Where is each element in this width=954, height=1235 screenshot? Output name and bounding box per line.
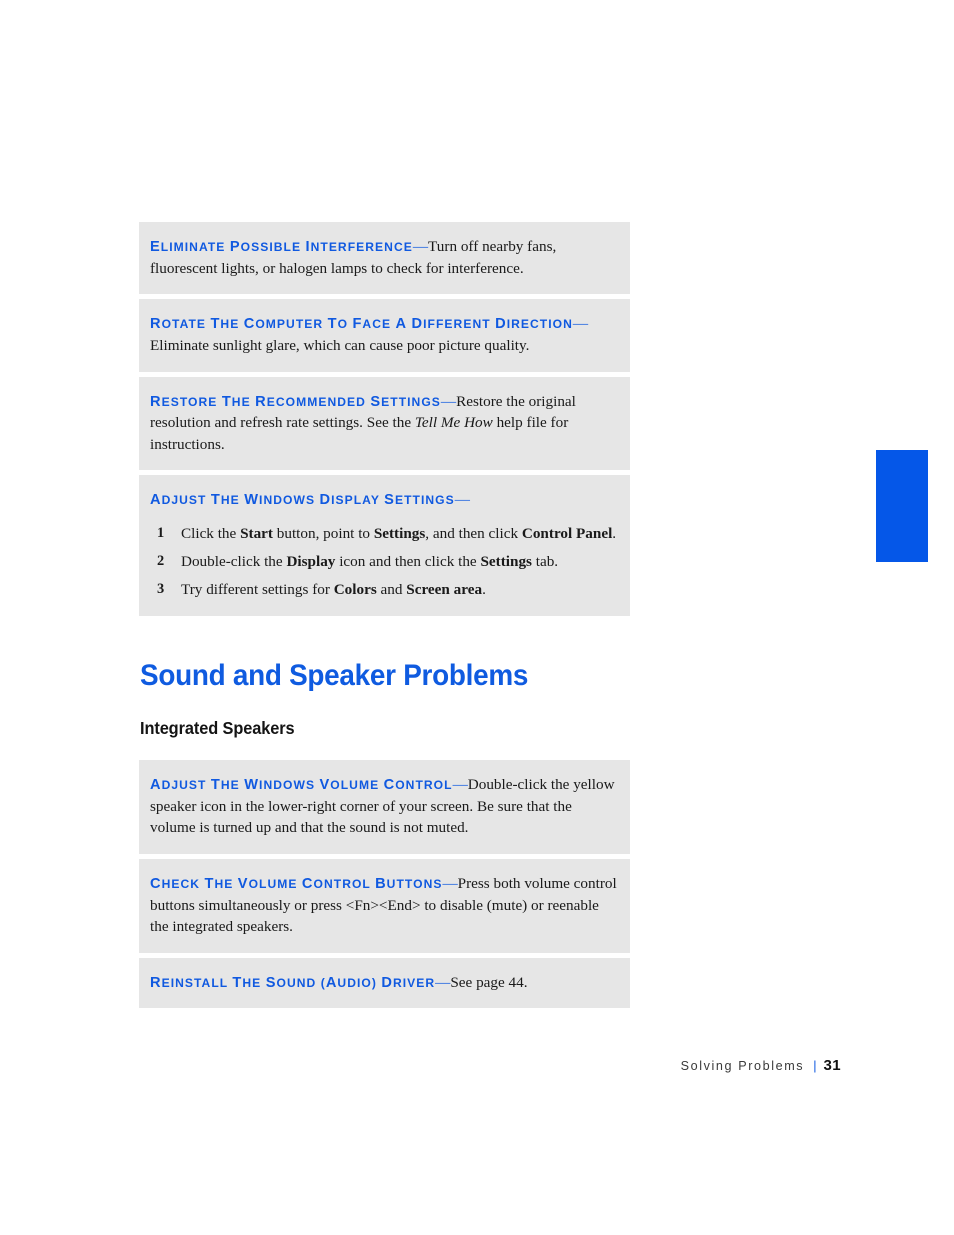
heading-initial: A xyxy=(150,776,162,793)
document-page: ELIMINATE POSSIBLE INTERFERENCE—Turn off… xyxy=(0,0,954,1235)
heading-initial: D xyxy=(319,492,332,509)
heading-initial: A xyxy=(395,316,408,333)
heading-initial: T xyxy=(327,316,338,333)
tip-heading: REINSTALL THE SOUND (AUDIO) DRIVER xyxy=(150,974,436,991)
page-title: Sound and Speaker Problems xyxy=(140,658,529,692)
tip-dash: — xyxy=(572,315,589,333)
tip-heading: ELIMINATE POSSIBLE INTERFERENCE xyxy=(150,239,413,255)
heading-initial: T xyxy=(221,393,232,410)
heading-initial: R xyxy=(150,316,162,333)
heading-initial: V xyxy=(237,875,249,892)
heading-initial: W xyxy=(244,492,260,509)
section-thumb-tab xyxy=(876,450,928,562)
tip-panel: RESTORE THE RECOMMENDED SETTINGS—Restore… xyxy=(139,376,630,471)
tip-panel: CHECK THE VOLUME CONTROL BUTTONS—Press b… xyxy=(139,858,630,953)
tip-dash: — xyxy=(442,874,458,892)
tip-panel: ROTATE THE COMPUTER TO FACE A DIFFERENT … xyxy=(139,299,630,372)
heading-initial: D xyxy=(381,974,393,991)
tip-heading: ADJUST THE WINDOWS DISPLAY SETTINGS xyxy=(150,492,455,509)
ui-term: Colors xyxy=(333,581,377,599)
ui-term: Control Panel xyxy=(521,525,613,543)
tip-text: REINSTALL THE SOUND (AUDIO) DRIVER—See p… xyxy=(150,972,619,994)
tip-text: CHECK THE VOLUME CONTROL BUTTONS—Press b… xyxy=(150,873,619,938)
tip-text: RESTORE THE RECOMMENDED SETTINGS—Restore… xyxy=(150,391,619,456)
tip-dash: — xyxy=(454,491,470,509)
heading-initial: C xyxy=(301,875,314,892)
heading-initial: S xyxy=(370,393,382,410)
referenced-help-file: Tell Me How xyxy=(414,414,493,432)
tip-dash: — xyxy=(440,392,457,410)
page-content: ELIMINATE POSSIBLE INTERFERENCE—Turn off… xyxy=(139,222,630,1013)
tip-panel: ADJUST THE WINDOWS VOLUME CONTROL—Double… xyxy=(139,759,630,854)
step-text: Try different settings for Colors and Sc… xyxy=(181,581,486,599)
heading-initial: A xyxy=(325,974,338,991)
ui-term: Start xyxy=(240,525,273,543)
heading-initial: C xyxy=(383,776,396,793)
heading-initial: F xyxy=(352,316,363,333)
ui-term: Display xyxy=(286,553,336,571)
heading-initial: T xyxy=(232,974,243,991)
keyboard-shortcut: <Fn><End> xyxy=(345,896,421,914)
tip-text: ELIMINATE POSSIBLE INTERFERENCE—Turn off… xyxy=(150,236,619,279)
procedure-steps: 1 Click the Start button, point to Setti… xyxy=(150,523,619,601)
heading-initial: R xyxy=(150,393,162,410)
heading-initial: T xyxy=(204,875,215,892)
heading-initial: E xyxy=(150,239,161,255)
step-text: Click the Start button, point to Setting… xyxy=(181,525,617,543)
heading-initial: I xyxy=(305,239,311,255)
heading-initial: C xyxy=(243,316,256,333)
heading-initial: P xyxy=(229,239,241,255)
heading-initial: R xyxy=(255,393,267,410)
heading-initial: B xyxy=(375,875,387,892)
tip-heading: RESTORE THE RECOMMENDED SETTINGS xyxy=(150,393,441,410)
list-item: 2 Double-click the Display icon and then… xyxy=(150,551,619,573)
footer-separator: | xyxy=(813,1059,817,1073)
heading-initial: D xyxy=(495,316,507,333)
heading-initial: T xyxy=(210,776,221,793)
tip-body: Eliminate sunlight glare, which can caus… xyxy=(150,337,530,355)
footer-chapter-label: Solving Problems xyxy=(680,1059,805,1073)
heading-initial: D xyxy=(411,316,424,333)
procedure-heading-line: ADJUST THE WINDOWS DISPLAY SETTINGS— xyxy=(150,489,619,511)
tip-body: See page 44. xyxy=(450,973,528,991)
heading-initial: C xyxy=(150,875,162,892)
tip-text: ROTATE THE COMPUTER TO FACE A DIFFERENT … xyxy=(150,313,619,356)
step-number: 2 xyxy=(157,553,165,570)
tip-text: ADJUST THE WINDOWS VOLUME CONTROL—Double… xyxy=(150,774,619,839)
tip-panel: REINSTALL THE SOUND (AUDIO) DRIVER—See p… xyxy=(139,957,630,1009)
heading-initial: W xyxy=(244,776,260,793)
tip-dash: — xyxy=(412,238,429,255)
heading-initial: S xyxy=(265,974,277,991)
tip-heading: CHECK THE VOLUME CONTROL BUTTONS xyxy=(150,875,443,892)
ui-term: Screen area xyxy=(406,581,483,599)
tip-heading: ROTATE THE COMPUTER TO FACE A DIFFERENT … xyxy=(150,316,573,333)
tip-dash: — xyxy=(452,775,468,793)
ui-term: Settings xyxy=(480,553,532,571)
tip-dash: — xyxy=(435,973,451,991)
step-text: Double-click the Display icon and then c… xyxy=(181,553,559,571)
tip-panel: ELIMINATE POSSIBLE INTERFERENCE—Turn off… xyxy=(139,222,630,295)
list-item: 1 Click the Start button, point to Setti… xyxy=(150,523,619,545)
procedure-panel: ADJUST THE WINDOWS DISPLAY SETTINGS— 1 C… xyxy=(139,475,630,616)
heading-initial: T xyxy=(210,316,221,333)
heading-initial: R xyxy=(150,974,162,991)
page-number: 31 xyxy=(823,1057,841,1074)
step-number: 1 xyxy=(157,525,165,542)
list-item: 3 Try different settings for Colors and … xyxy=(150,579,619,601)
heading-initial: T xyxy=(210,492,221,509)
page-footer: Solving Problems | 31 xyxy=(0,1057,841,1075)
step-number: 3 xyxy=(157,581,165,598)
heading-initial: S xyxy=(384,492,395,509)
heading-initial: V xyxy=(319,776,331,793)
ui-term: Settings xyxy=(373,525,426,543)
heading-initial: A xyxy=(150,492,162,509)
subsection-title: Integrated Speakers xyxy=(140,717,295,738)
tip-heading: ADJUST THE WINDOWS VOLUME CONTROL xyxy=(150,776,453,793)
